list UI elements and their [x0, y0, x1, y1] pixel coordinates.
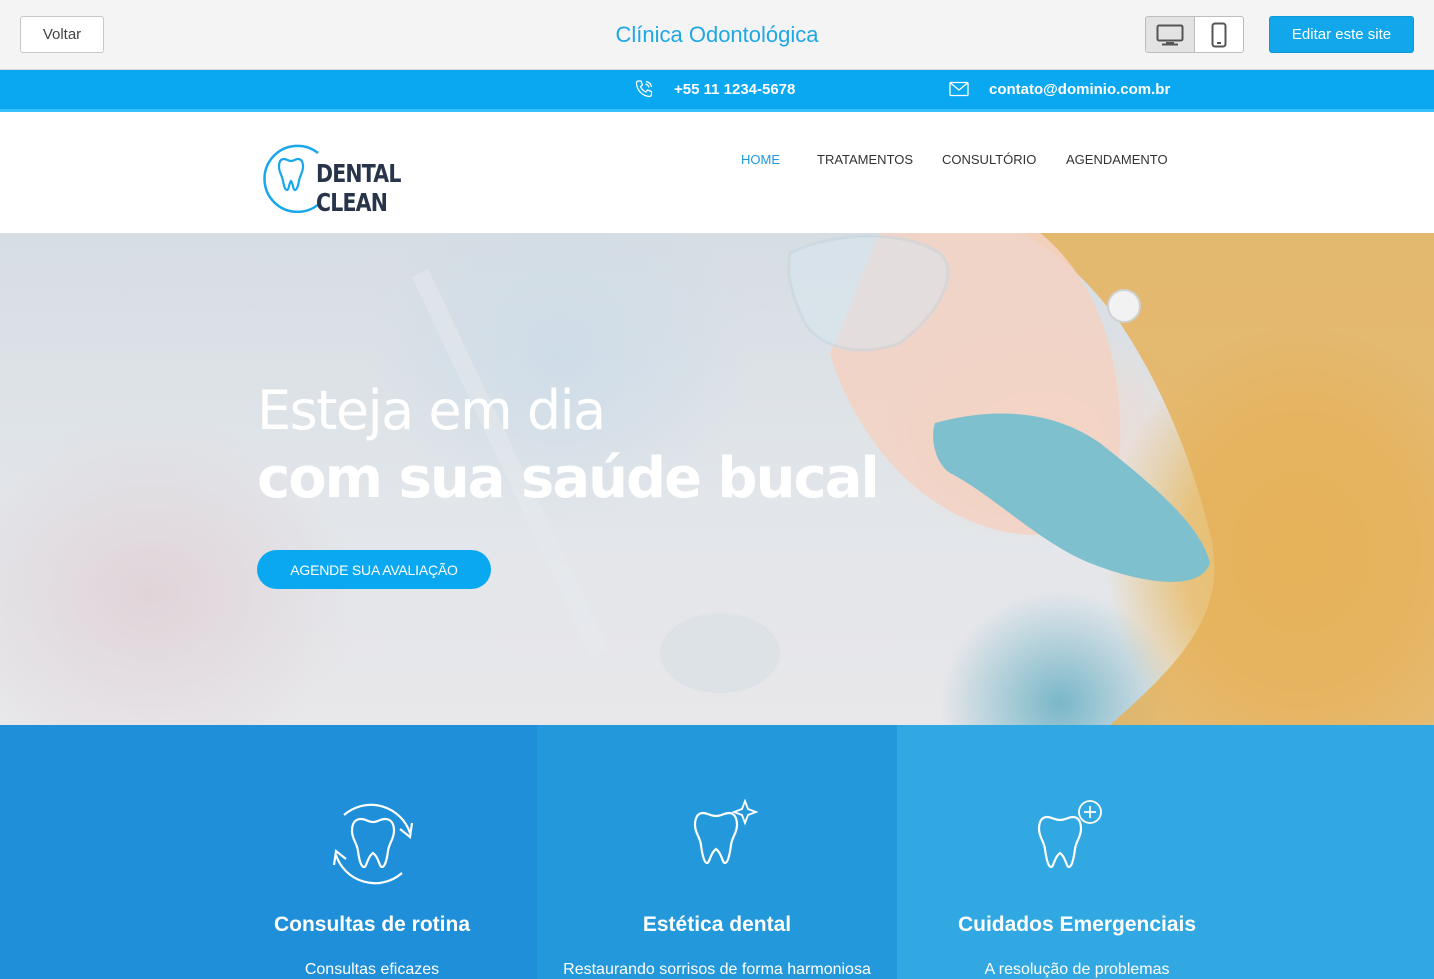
feature-aesthetics: Estética dental Restaurando sorrisos de … — [537, 725, 897, 979]
feature-description: Consultas eficazes — [304, 961, 440, 978]
phone-contact[interactable]: +55 11 1234-5678 — [634, 70, 795, 108]
tooth-plus-icon — [1037, 800, 1102, 869]
nav-home[interactable]: HOME — [741, 152, 780, 167]
feature-title: Cuidados Emergenciais — [957, 913, 1197, 936]
editor-toolbar: Voltar Clínica Odontológica Editar este … — [0, 0, 1434, 70]
site-header: DENTAL CLEAN HOME TRATAMENTOS CONSULTÓRI… — [0, 112, 1434, 233]
feature-description: Restaurando sorrisos de forma harmoniosa — [563, 961, 871, 978]
hero-headline: Esteja em dia com sua saúde bucal — [257, 377, 880, 513]
feature-description: A resolução de problemas — [984, 961, 1170, 978]
tooth-cycle-icon — [332, 803, 414, 885]
nav-tratamentos[interactable]: TRATAMENTOS — [817, 152, 913, 167]
feature-title: Estética dental — [642, 913, 792, 936]
email-contact[interactable]: contato@dominio.com.br — [949, 70, 1170, 108]
desktop-icon — [1156, 24, 1184, 45]
feature-title: Consultas de rotina — [273, 913, 471, 936]
email-address: contato@dominio.com.br — [989, 80, 1171, 98]
features-section: Consultas de rotina Consultas eficazes E… — [0, 725, 1434, 979]
schedule-evaluation-button[interactable]: AGENDE SUA AVALIAÇÃO — [257, 550, 491, 589]
contact-bar: +55 11 1234-5678 contato@dominio.com.br — [0, 70, 1434, 112]
nav-consultorio[interactable]: CONSULTÓRIO — [942, 152, 1036, 167]
device-toggle — [1145, 16, 1244, 53]
nav-agendamento[interactable]: AGENDAMENTO — [1066, 152, 1168, 167]
desktop-view-button[interactable] — [1146, 17, 1195, 52]
tooth-sparkle-icon — [693, 799, 759, 865]
hero-line-2: com sua saúde bucal — [257, 446, 880, 511]
envelope-icon — [949, 81, 969, 97]
hero-line-1: Esteja em dia — [257, 379, 606, 442]
main-nav: HOME TRATAMENTOS CONSULTÓRIO AGENDAMENTO — [0, 152, 1434, 172]
feature-routine: Consultas de rotina Consultas eficazes — [0, 725, 537, 979]
mobile-icon — [1211, 22, 1227, 47]
back-button[interactable]: Voltar — [20, 16, 104, 53]
feature-emergency: Cuidados Emergenciais A resolução de pro… — [897, 725, 1434, 979]
phone-number: +55 11 1234-5678 — [674, 80, 796, 98]
edit-site-button[interactable]: Editar este site — [1269, 16, 1414, 53]
hero-banner: Esteja em dia com sua saúde bucal AGENDE… — [0, 233, 1434, 725]
phone-icon — [635, 80, 653, 98]
mobile-view-button[interactable] — [1195, 17, 1243, 52]
